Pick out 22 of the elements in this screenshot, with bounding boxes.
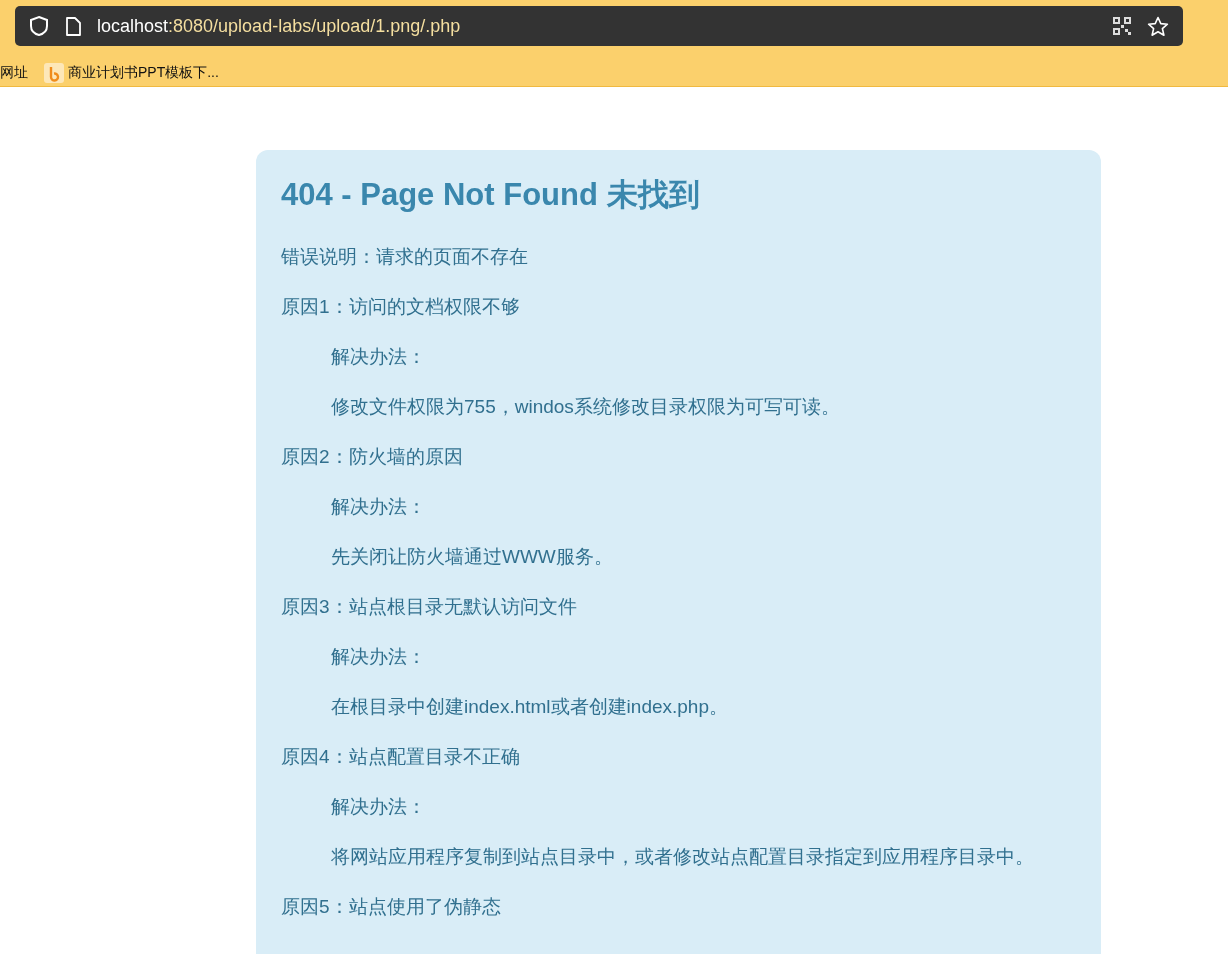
solution-text: 解决办法：: [330, 795, 426, 820]
solution-text: 先关闭让防火墙通过WWW服务。: [330, 545, 613, 570]
solution-text: 修改文件权限为755，windos系统修改目录权限为可写可读。: [330, 395, 840, 420]
bookmark-link[interactable]: 商业计划书PPT模板下...: [68, 62, 219, 83]
solution-text: 解决办法：: [330, 345, 426, 370]
solution-text: 解决办法：: [330, 645, 426, 670]
bookmark-favicon-icon: [44, 62, 64, 83]
solution-text: 在根目录中创建index.html或者创建index.php。: [330, 695, 728, 720]
qr-code-icon[interactable]: [1113, 17, 1131, 35]
star-icon[interactable]: [1147, 15, 1169, 37]
reason-text: 原因5：站点使用了伪静态: [281, 895, 502, 920]
solution-text: 将网站应用程序复制到站点目录中，或者修改站点配置目录指定到应用程序目录中。: [330, 845, 1034, 870]
bookmark-link[interactable]: 网址: [0, 62, 28, 83]
reason-text: 原因4：站点配置目录不正确: [281, 745, 521, 770]
reason-text: 原因2：防火墙的原因: [281, 445, 464, 470]
reason-text: 原因1：访问的文档权限不够: [281, 295, 521, 320]
solution-text: 解决办法：: [330, 495, 426, 520]
reason-text: 错误说明：请求的页面不存在: [281, 245, 529, 270]
page-icon: [65, 16, 81, 36]
reason-text: 原因3：站点根目录无默认访问文件: [281, 595, 578, 620]
shield-icon[interactable]: [29, 15, 49, 37]
error-title: 404 - Page Not Found 未找到: [281, 176, 701, 214]
